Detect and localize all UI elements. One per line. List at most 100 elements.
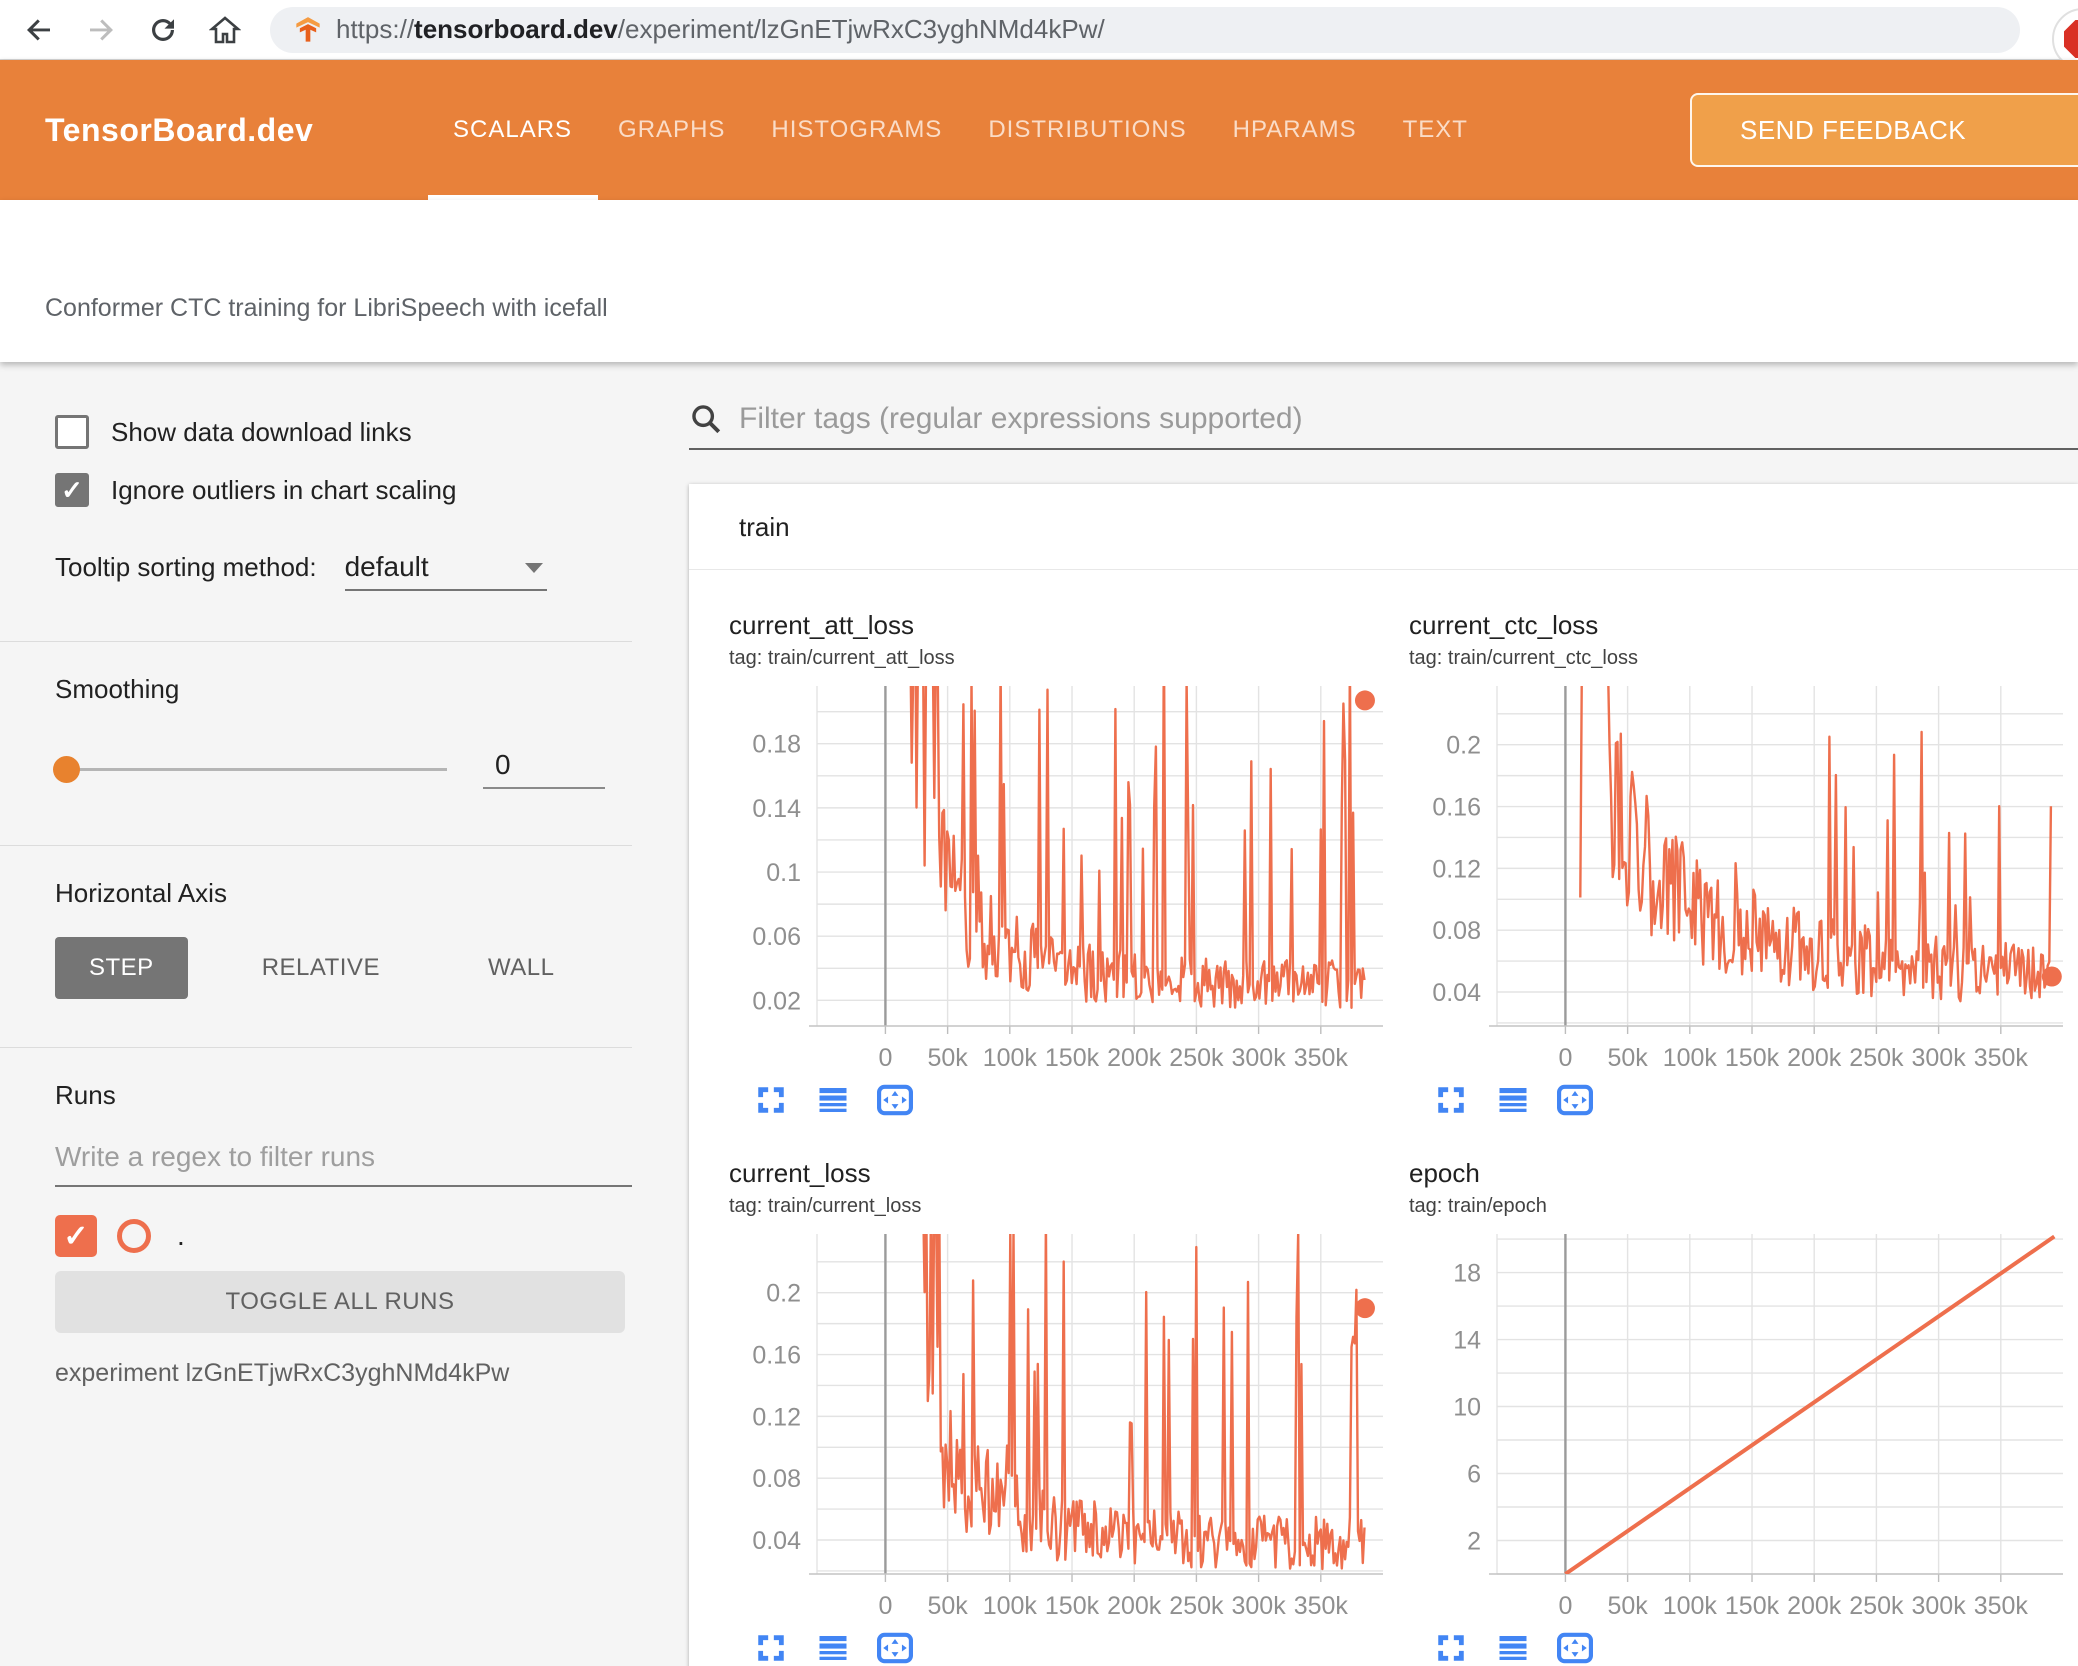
runs-selector-icon[interactable] (1495, 1082, 1531, 1118)
line-chart[interactable]: 0 50k 100k 150k 200k 250k 300k 350k 2 6 10 14 18 (1409, 1228, 2069, 1626)
browser-chrome: https://tensorboard.dev/experiment/lzGnE… (0, 0, 2078, 70)
reload-icon[interactable] (146, 13, 180, 47)
forward-icon[interactable] (84, 13, 118, 47)
smoothing-slider[interactable] (53, 755, 447, 783)
experiment-id-note: experiment lzGnETjwRxC3yghNMd4kPw (55, 1359, 510, 1387)
back-icon[interactable] (22, 13, 56, 47)
chart-toolbar (1409, 1630, 2078, 1666)
url-bar[interactable]: https://tensorboard.dev/experiment/lzGnE… (270, 6, 2020, 53)
run-color-radio[interactable] (117, 1219, 151, 1253)
line-chart[interactable]: 0 50k 100k 150k 200k 250k 300k 350k 0.04 0.08 0.12… (729, 1228, 1389, 1626)
ignore-outliers-checkbox[interactable]: ✓ (55, 473, 89, 507)
svg-text:100k: 100k (983, 1592, 1038, 1620)
line-chart[interactable]: 0 50k 100k 150k 200k 250k 300k 350k 0.04 0.08 0.12… (1409, 680, 2069, 1078)
chart-title: epoch (1409, 1158, 1480, 1188)
tab-scalars[interactable]: SCALARS (453, 116, 572, 144)
svg-text:0.06: 0.06 (752, 923, 801, 951)
top-nav: SCALARS GRAPHS HISTOGRAMS DISTRIBUTIONS … (453, 60, 1468, 200)
svg-text:200k: 200k (1107, 1044, 1162, 1072)
runs-selector-icon[interactable] (1495, 1630, 1531, 1666)
show-download-links-checkbox[interactable] (55, 415, 89, 449)
svg-text:0.08: 0.08 (752, 1465, 801, 1493)
tooltip-sorting-value: default (344, 551, 429, 582)
svg-text:200k: 200k (1787, 1044, 1842, 1072)
svg-text:300k: 300k (1231, 1044, 1286, 1072)
tab-distributions[interactable]: DISTRIBUTIONS (988, 116, 1186, 144)
chart-current-ctc-loss: current_ctc_loss tag: train/current_ctc_… (1409, 610, 2078, 1118)
tab-hparams[interactable]: HPARAMS (1233, 116, 1357, 144)
expand-chart-icon[interactable] (753, 1082, 789, 1118)
fit-domain-icon[interactable] (877, 1082, 913, 1118)
svg-text:300k: 300k (1911, 1044, 1966, 1072)
smoothing-slider-thumb[interactable] (53, 755, 80, 783)
expand-chart-icon[interactable] (1433, 1630, 1469, 1666)
svg-text:0.08: 0.08 (1432, 917, 1481, 945)
show-download-links-label: Show data download links (111, 416, 412, 447)
app-header: TensorBoard.dev SCALARS GRAPHS HISTOGRAM… (0, 60, 2078, 200)
svg-text:350k: 350k (1294, 1592, 1349, 1620)
tab-graphs[interactable]: GRAPHS (618, 116, 725, 144)
runs-label: Runs (55, 1080, 116, 1110)
svg-text:0.04: 0.04 (752, 1527, 801, 1555)
svg-text:100k: 100k (1663, 1044, 1718, 1072)
svg-text:150k: 150k (1725, 1044, 1780, 1072)
runs-filter-input[interactable] (55, 1141, 632, 1173)
url-prefix: https:// (336, 14, 415, 44)
axis-relative-button[interactable]: RELATIVE (228, 937, 414, 999)
svg-text:350k: 350k (1974, 1592, 2029, 1620)
svg-text:0.16: 0.16 (1432, 794, 1481, 822)
svg-text:50k: 50k (1607, 1044, 1648, 1072)
svg-text:0: 0 (878, 1044, 892, 1072)
svg-text:250k: 250k (1169, 1044, 1224, 1072)
run-row: ✓ . (55, 1215, 632, 1257)
brand-title: TensorBoard.dev (45, 111, 314, 148)
tab-histograms[interactable]: HISTOGRAMS (771, 116, 942, 144)
svg-text:100k: 100k (983, 1044, 1038, 1072)
show-download-links-row: Show data download links (55, 415, 632, 449)
svg-text:250k: 250k (1849, 1592, 1904, 1620)
experiment-title: Conformer CTC training for LibriSpeech w… (45, 294, 608, 322)
tab-text[interactable]: TEXT (1403, 116, 1468, 144)
charts-grid: current_att_loss tag: train/current_att_… (689, 570, 2078, 1666)
url-text: https://tensorboard.dev/experiment/lzGnE… (336, 14, 1105, 45)
expand-chart-icon[interactable] (753, 1630, 789, 1666)
url-domain: tensorboard.dev (414, 14, 618, 44)
runs-selector-icon[interactable] (815, 1630, 851, 1666)
svg-text:100k: 100k (1663, 1592, 1718, 1620)
send-feedback-button[interactable]: SEND FEEDBACK (1690, 93, 2078, 167)
chart-current-att-loss: current_att_loss tag: train/current_att_… (729, 610, 1409, 1118)
toggle-all-runs-button[interactable]: TOGGLE ALL RUNS (55, 1271, 625, 1333)
runs-selector-icon[interactable] (815, 1082, 851, 1118)
svg-text:0: 0 (1558, 1592, 1572, 1620)
chart-tag: tag: train/current_att_loss (729, 647, 955, 669)
svg-text:0.04: 0.04 (1432, 979, 1481, 1007)
expand-chart-icon[interactable] (1433, 1082, 1469, 1118)
line-chart[interactable]: 0 50k 100k 150k 200k 250k 300k 350k 0.02 0.06 0.1 0… (729, 680, 1389, 1078)
smoothing-value-field[interactable]: 0 (483, 749, 605, 789)
ignore-outliers-row: ✓ Ignore outliers in chart scaling (55, 473, 632, 507)
fit-domain-icon[interactable] (877, 1630, 913, 1666)
axis-wall-button[interactable]: WALL (454, 937, 588, 999)
svg-text:14: 14 (1453, 1327, 1481, 1355)
horizontal-axis-buttons: STEP RELATIVE WALL (55, 937, 632, 999)
svg-text:18: 18 (1453, 1260, 1481, 1288)
train-section-title[interactable]: train (689, 484, 2078, 570)
svg-text:250k: 250k (1169, 1592, 1224, 1620)
tooltip-sorting-dropdown[interactable]: default (344, 551, 547, 591)
filter-tags-input[interactable] (739, 402, 2078, 436)
fit-domain-icon[interactable] (1557, 1082, 1593, 1118)
home-icon[interactable] (208, 13, 242, 47)
svg-text:350k: 350k (1974, 1044, 2029, 1072)
chart-tag: tag: train/current_ctc_loss (1409, 647, 1638, 669)
fit-domain-icon[interactable] (1557, 1630, 1593, 1666)
svg-text:0.12: 0.12 (1432, 855, 1481, 883)
chevron-down-icon (524, 563, 543, 573)
svg-text:6: 6 (1467, 1461, 1481, 1489)
main-panel: train current_att_loss tag: train/curren… (689, 362, 2078, 1666)
chart-toolbar (729, 1630, 1409, 1666)
run-name: . (177, 1220, 185, 1251)
axis-step-button[interactable]: STEP (55, 937, 188, 999)
settings-sidebar: Show data download links ✓ Ignore outlie… (0, 362, 689, 1666)
smoothing-slider-row: 0 (53, 749, 632, 789)
run-checkbox[interactable]: ✓ (55, 1215, 97, 1257)
